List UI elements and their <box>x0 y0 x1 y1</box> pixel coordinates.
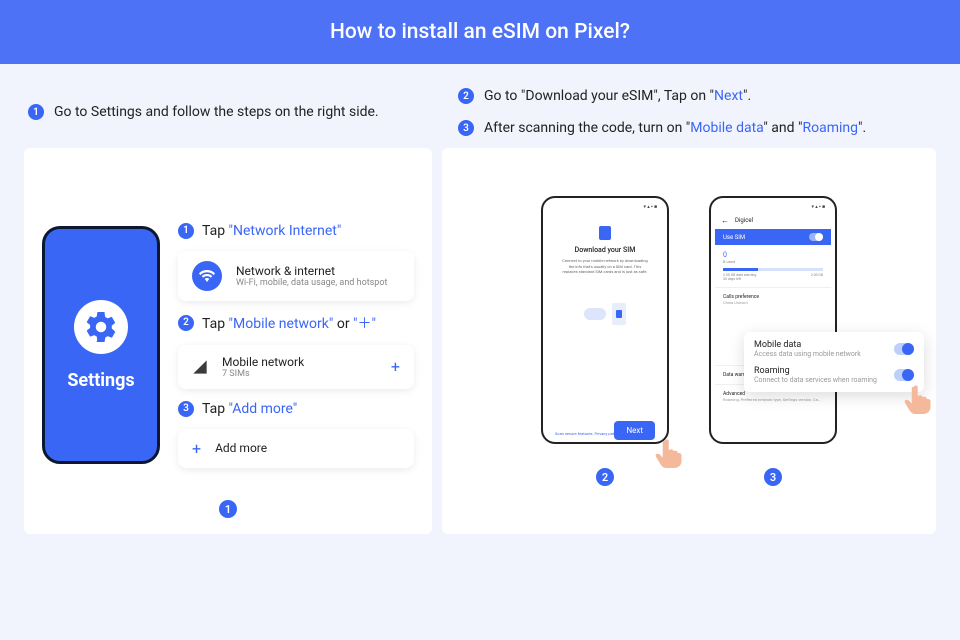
panel-badge-3: 3 <box>764 468 782 486</box>
plus-icon[interactable]: + <box>391 357 400 376</box>
roaming-toggle[interactable] <box>894 369 914 381</box>
cloud-icon <box>584 308 606 320</box>
step-1-heading: 1 Tap "Network Internet" <box>178 223 414 239</box>
use-sim-row[interactable]: Use SIM <box>715 229 831 245</box>
mobile-data-toggle[interactable] <box>894 343 914 355</box>
signal-icon <box>192 359 208 375</box>
phone-icon <box>612 303 626 325</box>
instruction-1: 1 Go to Settings and follow the steps on… <box>28 104 379 120</box>
panel-settings-steps: Settings 1 Tap "Network Internet" Networ… <box>24 148 432 534</box>
phone-digicel-settings: ▾ ▴ ▪ ■ ← Digicel Use SIM 0 B used <box>709 196 837 444</box>
sim-icon <box>599 226 611 240</box>
phone-mock-settings: Settings <box>42 226 160 464</box>
instruction-1-text: Go to Settings and follow the steps on t… <box>54 104 379 120</box>
add-plus-icon: + <box>192 439 201 458</box>
instruction-2-text: Go to "Download your eSIM", Tap on "Next… <box>484 88 751 104</box>
sim-desc: Connect to your mobile network by downlo… <box>555 258 655 275</box>
card-network-internet[interactable]: Network & internet Wi-Fi, mobile, data u… <box>178 251 414 301</box>
next-button[interactable]: Next <box>614 421 655 440</box>
step-1-badge: 1 <box>178 223 194 239</box>
back-arrow-icon[interactable]: ← <box>721 216 729 225</box>
instruction-left: 1 Go to Settings and follow the steps on… <box>28 88 428 136</box>
panel-badge-1: 1 <box>219 500 237 518</box>
badge-3: 3 <box>458 120 474 136</box>
instruction-3: 3 After scanning the code, turn on "Mobi… <box>458 120 932 136</box>
mobile-data-row[interactable]: Mobile data Access data using mobile net… <box>754 340 914 358</box>
card-add-more[interactable]: + Add more <box>178 429 414 468</box>
sim-links[interactable]: Scan secure features. Privacy path <box>555 431 616 436</box>
sim-graphic <box>555 303 655 325</box>
panel-badge-2: 2 <box>596 468 614 486</box>
card-mobile-network[interactable]: Mobile network 7 SIMs + <box>178 345 414 389</box>
float-toggles-card: Mobile data Access data using mobile net… <box>744 332 924 392</box>
card-network-text: Network & internet Wi-Fi, mobile, data u… <box>236 264 387 288</box>
instruction-3-text: After scanning the code, turn on "Mobile… <box>484 120 866 136</box>
steps-column: 1 Tap "Network Internet" Network & inter… <box>178 223 414 468</box>
page-header: How to install an eSIM on Pixel? <box>0 0 960 64</box>
instruction-right: 2 Go to "Download your eSIM", Tap on "Ne… <box>458 88 932 136</box>
data-usage-bar <box>723 268 823 271</box>
use-sim-toggle[interactable] <box>809 233 823 241</box>
badge-2: 2 <box>458 88 474 104</box>
add-more-label: Add more <box>215 441 267 455</box>
panel-phones: ▾ ▴ ▪ ■ Download your SIM Connect to you… <box>442 148 936 534</box>
instructions-row: 1 Go to Settings and follow the steps on… <box>0 64 960 148</box>
calls-preference-row[interactable]: Calls preference China Unicom <box>715 287 831 311</box>
panels-row: Settings 1 Tap "Network Internet" Networ… <box>0 148 960 534</box>
settings-label: Settings <box>67 370 134 391</box>
hand-pointer-icon <box>653 436 683 470</box>
gear-icon <box>74 300 128 354</box>
card-mobile-text: Mobile network 7 SIMs <box>222 355 304 379</box>
step-3-badge: 3 <box>178 401 194 417</box>
badge-1: 1 <box>28 104 44 120</box>
instruction-2: 2 Go to "Download your eSIM", Tap on "Ne… <box>458 88 932 104</box>
step-3-heading: 3 Tap "Add more" <box>178 401 414 417</box>
roaming-row[interactable]: Roaming Connect to data services when ro… <box>754 366 914 384</box>
sim-title: Download your SIM <box>555 246 655 254</box>
wifi-icon <box>192 261 222 291</box>
status-bar-icons: ▾ ▴ ▪ ■ <box>715 202 831 212</box>
digicel-header: ← Digicel <box>715 212 831 229</box>
status-bar-icons: ▾ ▴ ▪ ■ <box>547 202 663 212</box>
step-2-badge: 2 <box>178 315 194 331</box>
data-usage-section: 0 B used 2.00 GB data warning 2.00 GB 30… <box>715 245 831 287</box>
step-2-heading: 2 Tap "Mobile network" or "＋" <box>178 313 414 333</box>
hand-pointer-icon <box>902 382 932 416</box>
phone-download-sim: ▾ ▴ ▪ ■ Download your SIM Connect to you… <box>541 196 669 444</box>
header-title: How to install an eSIM on Pixel? <box>330 20 630 44</box>
